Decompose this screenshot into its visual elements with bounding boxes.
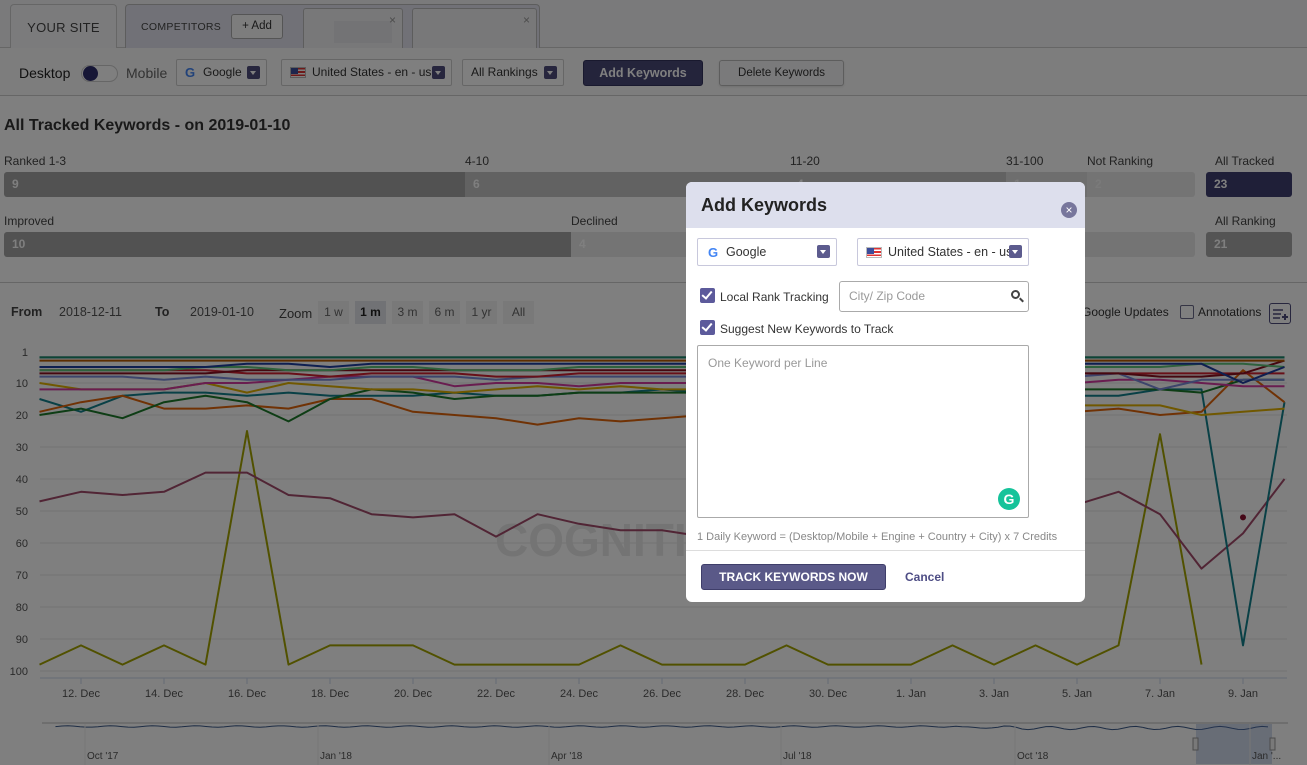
track-keywords-button[interactable]: TRACK KEYWORDS NOW [701, 564, 886, 590]
local-rank-label[interactable]: Local Rank Tracking [720, 290, 829, 304]
credits-note: 1 Daily Keyword = (Desktop/Mobile + Engi… [697, 531, 1058, 543]
city-zip-input[interactable]: City/ Zip Code [839, 281, 1029, 312]
chevron-down-icon [1009, 245, 1022, 258]
keywords-placeholder: One Keyword per Line [708, 356, 828, 370]
dialog-title: Add Keywords [701, 195, 828, 215]
suggest-keywords-checkbox[interactable] [700, 320, 715, 335]
page: YOUR SITE COMPETITORS + Add × × Desktop … [0, 0, 1307, 765]
dialog-header: Add Keywords × [686, 182, 1085, 228]
modal-engine-select[interactable]: G Google [697, 238, 837, 266]
modal-country-value: United States - en - us [888, 245, 1013, 259]
grammarly-icon[interactable]: G [998, 488, 1020, 510]
keywords-textarea[interactable]: One Keyword per Line G [697, 345, 1029, 518]
google-icon: G [708, 244, 719, 260]
chevron-down-icon [817, 245, 830, 258]
cancel-button[interactable]: Cancel [905, 570, 944, 584]
add-keywords-dialog: Add Keywords × G Google United States - e… [686, 182, 1085, 602]
modal-country-select[interactable]: United States - en - us [857, 238, 1029, 266]
local-rank-checkbox[interactable] [700, 288, 715, 303]
modal-engine-value: Google [726, 245, 767, 259]
suggest-keywords-label[interactable]: Suggest New Keywords to Track [720, 322, 893, 336]
us-flag-icon [866, 247, 882, 259]
modal-backdrop[interactable] [0, 0, 1307, 765]
city-zip-placeholder: City/ Zip Code [849, 289, 926, 303]
close-icon[interactable]: × [1061, 202, 1077, 218]
search-icon[interactable] [1011, 290, 1020, 299]
dialog-divider [686, 550, 1085, 551]
